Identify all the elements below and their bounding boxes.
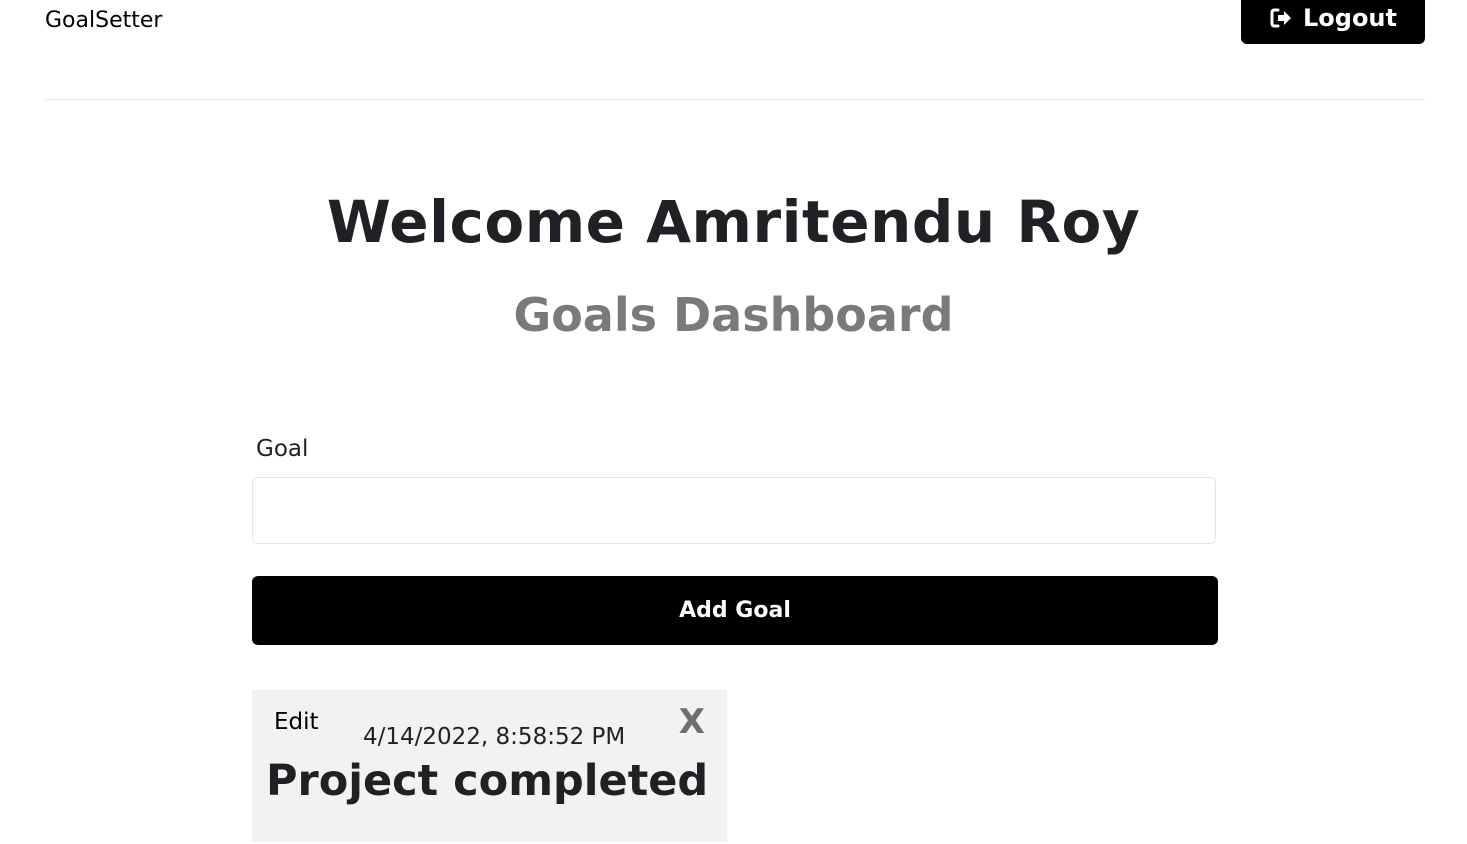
goal-text: Project completed — [266, 756, 709, 806]
logout-label: Logout — [1302, 4, 1397, 32]
sign-out-icon — [1269, 6, 1293, 30]
goal-card: Edit 4/14/2022, 8:58:52 PM X Project com… — [252, 690, 727, 842]
brand-logo-text[interactable]: GoalSetter — [45, 8, 162, 33]
dashboard-subtitle: Goals Dashboard — [513, 288, 954, 342]
goal-timestamp: 4/14/2022, 8:58:52 PM — [363, 724, 626, 750]
welcome-heading: Welcome Amritendu Roy — [326, 188, 1141, 256]
delete-goal-button[interactable]: X — [679, 702, 705, 742]
logout-button[interactable]: Logout — [1241, 0, 1425, 44]
header: GoalSetter Logout — [45, 0, 1425, 100]
add-goal-button[interactable]: Add Goal — [252, 576, 1218, 645]
edit-goal-button[interactable]: Edit — [274, 709, 319, 735]
goal-input[interactable] — [252, 477, 1216, 544]
goal-field-label: Goal — [256, 436, 309, 462]
